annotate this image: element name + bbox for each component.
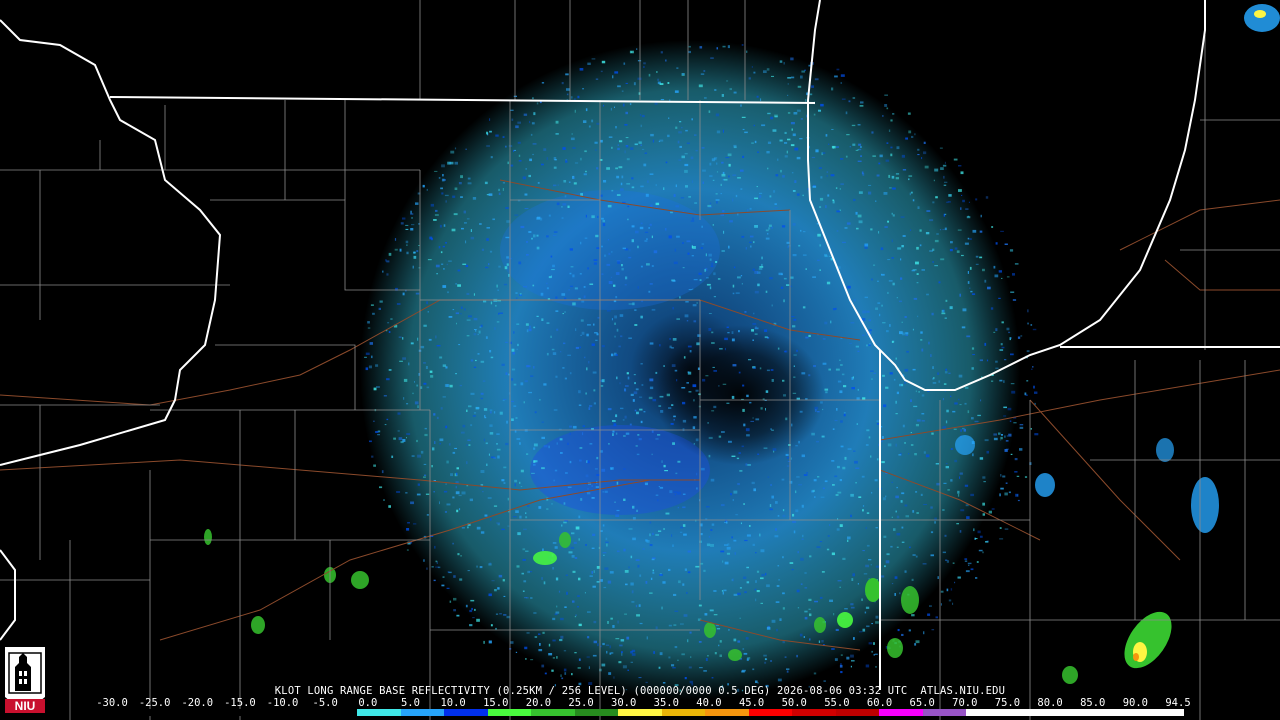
scale-tick-label: 20.0 xyxy=(525,697,552,709)
scale-color-swatch xyxy=(1009,709,1054,716)
scale-color-swatch xyxy=(444,709,488,716)
scale-tick-label: 60.0 xyxy=(866,697,893,709)
scale-color-swatch xyxy=(139,709,184,716)
reflectivity-color-bar xyxy=(96,709,1184,716)
scale-color-swatch xyxy=(226,709,271,716)
scale-color-swatch xyxy=(922,709,967,716)
scale-color-swatch xyxy=(574,709,619,716)
scale-color-swatch xyxy=(270,709,314,716)
scale-tick-label: 45.0 xyxy=(738,697,765,709)
niu-logo: NIU xyxy=(5,647,45,713)
scale-tick-label: 94.5 xyxy=(1165,697,1191,709)
scale-tick-label: -20.0 xyxy=(181,697,214,709)
scale-tick-label: 80.0 xyxy=(1037,697,1063,709)
scale-color-swatch xyxy=(879,709,923,716)
scale-tick-label: 5.0 xyxy=(400,697,420,709)
scale-tick-label: -15.0 xyxy=(224,697,256,709)
scale-color-swatch xyxy=(96,709,140,716)
scale-tick-label: 15.0 xyxy=(483,697,509,709)
scale-color-swatch xyxy=(792,709,836,716)
scale-color-swatch xyxy=(748,709,793,716)
scale-tick-label: 0.0 xyxy=(358,697,378,709)
scale-tick-label: 50.0 xyxy=(781,697,807,709)
scale-color-swatch xyxy=(661,709,706,716)
scale-color-swatch xyxy=(618,709,662,716)
scale-tick-label: -5.0 xyxy=(312,697,338,709)
scale-tick-label: 35.0 xyxy=(653,697,679,709)
scale-color-swatch xyxy=(1053,709,1097,716)
scale-tick-label: -25.0 xyxy=(138,697,171,709)
logo-text: NIU xyxy=(15,699,36,713)
scale-tick-label: 40.0 xyxy=(696,697,722,709)
scale-color-swatch xyxy=(531,709,575,716)
scale-tick-label: -10.0 xyxy=(266,697,299,709)
scale-tick-label: 75.0 xyxy=(994,697,1021,709)
scale-color-swatch xyxy=(183,709,227,716)
reflectivity-scale-labels: -30.0 -25.0 -20.0 -15.0 -10.0 -5.0 0.0 5.0 10.0 1… xyxy=(0,697,1280,709)
scale-color-swatch xyxy=(705,709,749,716)
scale-tick-label: 55.0 xyxy=(824,697,850,709)
scale-color-swatch xyxy=(1096,709,1141,716)
scale-color-swatch xyxy=(487,709,532,716)
scale-color-swatch xyxy=(400,709,445,716)
scale-tick-label: 30.0 xyxy=(611,697,637,709)
scale-tick-label: 85.0 xyxy=(1080,697,1106,709)
scale-tick-label: 25.0 xyxy=(568,697,594,709)
scale-tick-label: 90.0 xyxy=(1122,697,1149,709)
radar-map xyxy=(0,0,1280,720)
scale-tick-label: 10.0 xyxy=(440,697,466,709)
scale-color-swatch xyxy=(1140,709,1184,716)
scale-color-swatch xyxy=(966,709,1010,716)
scale-color-swatch xyxy=(313,709,358,716)
scale-color-swatch xyxy=(357,709,401,716)
scale-tick-label: -30.0 xyxy=(96,697,128,709)
scale-color-swatch xyxy=(835,709,880,716)
scale-tick-label: 65.0 xyxy=(909,697,935,709)
scale-tick-label: 70.0 xyxy=(952,697,978,709)
